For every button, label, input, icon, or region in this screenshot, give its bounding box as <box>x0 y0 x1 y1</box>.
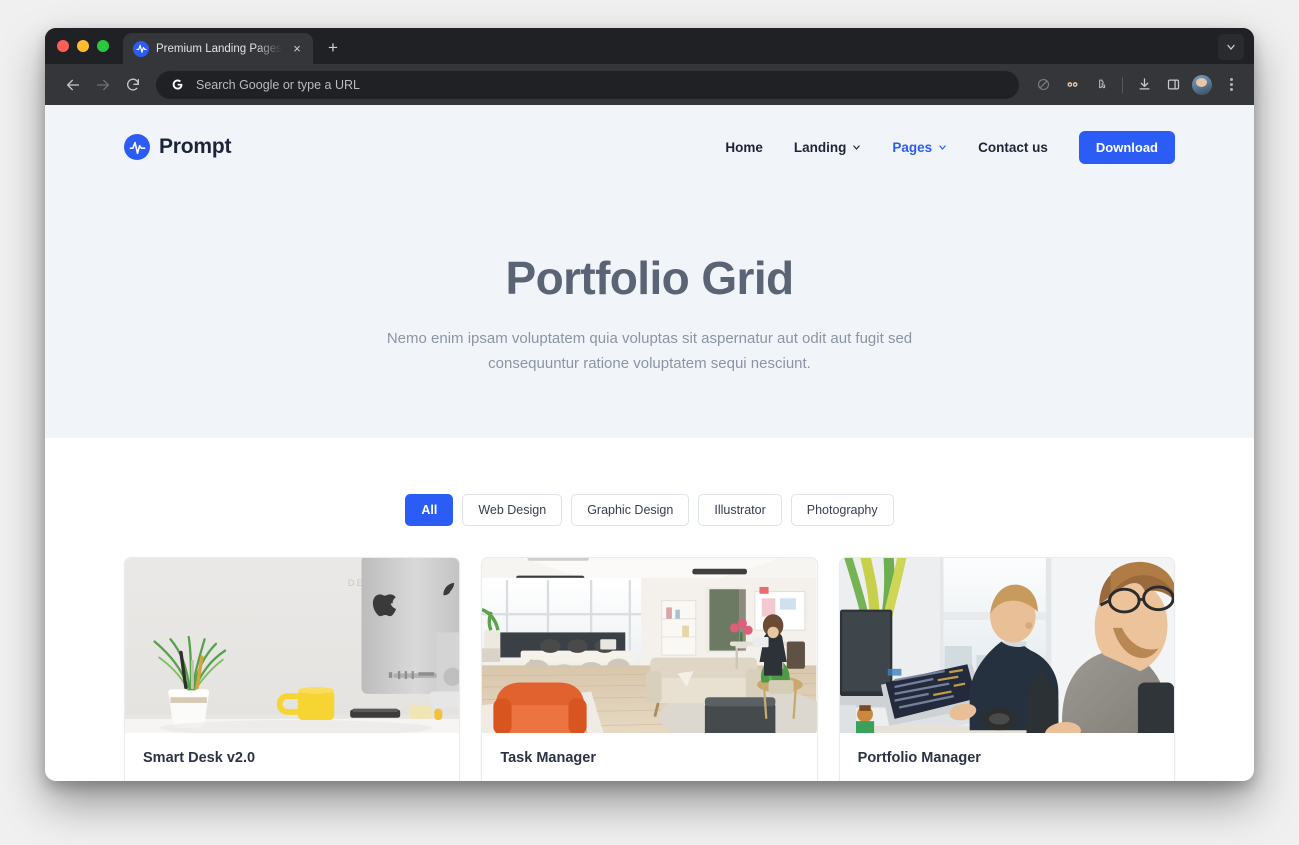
browser-window: Premium Landing Pages | Pro × + <box>45 28 1254 781</box>
maximize-window-button[interactable] <box>97 40 109 52</box>
minimize-window-button[interactable] <box>77 40 89 52</box>
extensions-puzzle-icon[interactable] <box>1088 72 1114 98</box>
extension-glasses-icon[interactable] <box>1059 72 1085 98</box>
filter-web-design[interactable]: Web Design <box>462 494 563 526</box>
toolbar-icon-group <box>1030 72 1244 98</box>
hero-subtitle: Nemo enim ipsam voluptatem quia voluptas… <box>386 330 913 372</box>
nav-item-pages[interactable]: Pages <box>892 140 947 155</box>
card-title: Task Manager <box>500 750 596 766</box>
nav-links: Home Landing Pages Contact us Download <box>725 130 1175 164</box>
filter-all[interactable]: All <box>405 494 454 526</box>
portfolio-card[interactable]: Portfolio Manager Nemo enim ipsam volupt… <box>838 557 1175 781</box>
card-image-portfolio-manager <box>839 558 1174 733</box>
download-button[interactable]: Download <box>1078 130 1175 164</box>
card-title: Portfolio Manager <box>857 750 981 766</box>
profile-avatar-icon[interactable] <box>1189 72 1215 98</box>
nav-item-contact-us[interactable]: Contact us <box>978 140 1048 155</box>
browser-toolbar: Search Google or type a URL <box>45 64 1254 105</box>
address-bar[interactable]: Search Google or type a URL <box>156 70 1019 99</box>
blocked-cookie-icon[interactable] <box>1030 72 1056 98</box>
arrow-forward-icon[interactable] <box>89 71 117 99</box>
page-title: Portfolio Grid <box>505 252 794 304</box>
filter-graphic-design[interactable]: Graphic Design <box>571 494 690 526</box>
portfolio-filter-group: All Web Design Graphic Design Illustrato… <box>124 494 1175 526</box>
card-title: Smart Desk v2.0 <box>143 750 256 766</box>
tab-strip: Premium Landing Pages | Pro × + <box>45 28 1254 64</box>
card-body: Portfolio Manager Nemo enim ipsam volupt… <box>840 733 1174 781</box>
chevron-down-icon <box>939 144 946 150</box>
card-body: Smart Desk v2.0 Nemo enim ipsam voluptat… <box>125 733 459 781</box>
portfolio-card[interactable]: DES PIXEL <box>124 557 461 781</box>
portfolio-card[interactable]: Task Manager Nemo enim ipsam voluptatem … <box>481 557 818 781</box>
card-image-task-manager <box>482 558 817 733</box>
nav-item-home[interactable]: Home <box>725 140 763 155</box>
google-g-icon <box>170 77 185 92</box>
side-panel-icon[interactable] <box>1160 72 1186 98</box>
nav-item-label: Landing <box>793 139 847 155</box>
toolbar-divider <box>1122 76 1123 93</box>
card-description: Nemo enim ipsam voluptatem quia voluptas… <box>500 776 798 781</box>
tab-title: Premium Landing Pages | Pro <box>156 42 282 55</box>
nav-item-landing[interactable]: Landing <box>794 140 862 155</box>
new-tab-button[interactable]: + <box>319 34 347 62</box>
card-body: Task Manager Nemo enim ipsam voluptatem … <box>482 733 816 781</box>
window-traffic-lights <box>57 28 123 64</box>
prompt-logo-icon <box>133 40 149 57</box>
portfolio-section: All Web Design Graphic Design Illustrato… <box>45 438 1254 781</box>
brand-logo[interactable]: Prompt <box>124 134 232 160</box>
portfolio-grid: DES PIXEL <box>124 557 1175 781</box>
filter-photography[interactable]: Photography <box>790 494 894 526</box>
brand-name: Prompt <box>159 135 232 158</box>
reload-icon[interactable] <box>119 71 147 99</box>
card-description: Nemo enim ipsam voluptatem quia voluptas… <box>858 776 1156 781</box>
close-icon[interactable]: × <box>289 41 305 57</box>
card-description: Nemo enim ipsam voluptatem quia voluptas… <box>143 776 441 781</box>
site-navbar: Prompt Home Landing Pages Contact us Dow… <box>45 105 1254 189</box>
three-dot-menu-icon[interactable] <box>1218 72 1244 98</box>
card-image-smart-desk: DES PIXEL <box>125 558 460 733</box>
downloads-icon[interactable] <box>1131 72 1157 98</box>
nav-item-label: Pages <box>892 139 933 155</box>
page-viewport: Prompt Home Landing Pages Contact us Dow… <box>45 105 1254 781</box>
hero-section: Prompt Home Landing Pages Contact us Dow… <box>45 105 1254 438</box>
address-bar-placeholder: Search Google or type a URL <box>196 77 360 92</box>
nav-item-label: Home <box>725 139 763 155</box>
browser-tab[interactable]: Premium Landing Pages | Pro × <box>123 33 313 64</box>
pulse-wave-icon <box>124 134 150 160</box>
chevron-down-icon <box>853 144 861 150</box>
avatar <box>1192 74 1212 95</box>
close-window-button[interactable] <box>57 40 69 52</box>
nav-item-label: Contact us <box>978 139 1048 155</box>
filter-illustrator[interactable]: Illustrator <box>698 494 782 526</box>
chevron-down-icon[interactable] <box>1218 34 1244 60</box>
arrow-back-icon[interactable] <box>59 71 87 99</box>
